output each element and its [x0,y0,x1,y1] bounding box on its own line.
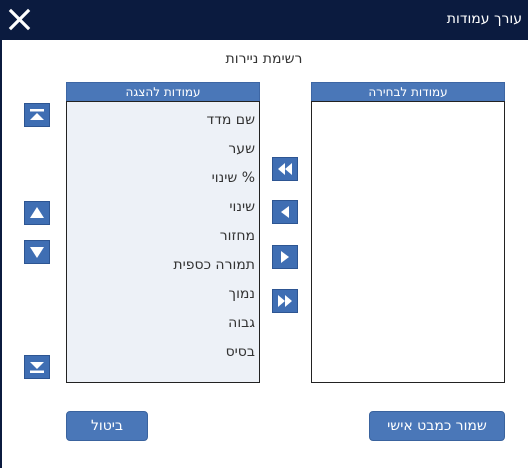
move-to-bottom-button[interactable] [24,355,50,379]
available-columns-list[interactable] [311,101,505,383]
move-all-left-button[interactable] [272,157,298,181]
double-chevron-left-icon [278,163,292,175]
list-item[interactable]: % שינוי [212,170,255,186]
list-item[interactable]: נמוך [229,286,255,302]
list-item[interactable]: שם מדד [207,112,255,128]
list-item[interactable]: בסיס [226,344,255,360]
move-all-right-button[interactable] [272,289,298,313]
move-to-top-button[interactable] [24,103,50,127]
move-left-button[interactable] [272,200,298,224]
cancel-button[interactable]: ביטול [66,411,148,441]
dialog-subtitle: רשימת ניירות [225,51,303,67]
window-title: עורך עמודות [446,11,522,27]
display-columns-list[interactable]: שם מדד שער % שינוי שינוי מחזור תמורה כספ… [66,101,260,383]
list-item[interactable]: תמורה כספית [173,257,255,273]
chevron-right-icon [281,251,289,263]
list-item[interactable]: שער [228,141,255,157]
save-as-personal-view-button[interactable]: שמור כמבט אישי [369,411,505,441]
display-columns-header: עמודות להצגה [66,82,260,102]
title-bar: עורך עמודות [0,0,528,40]
double-chevron-right-icon [278,295,292,307]
move-to-bottom-icon [30,362,44,373]
window-border [0,40,2,468]
move-down-button[interactable] [24,240,50,264]
arrow-down-icon [30,247,44,258]
move-right-button[interactable] [272,245,298,269]
list-item[interactable]: גבוה [228,315,255,331]
move-to-top-icon [30,109,44,120]
move-up-button[interactable] [24,201,50,225]
close-icon[interactable] [6,6,34,34]
list-item[interactable]: מחזור [220,228,255,244]
available-columns-header: עמודות לבחירה [311,82,505,102]
chevron-left-icon [281,206,289,218]
arrow-up-icon [30,207,44,218]
list-item[interactable]: שינוי [229,199,255,215]
